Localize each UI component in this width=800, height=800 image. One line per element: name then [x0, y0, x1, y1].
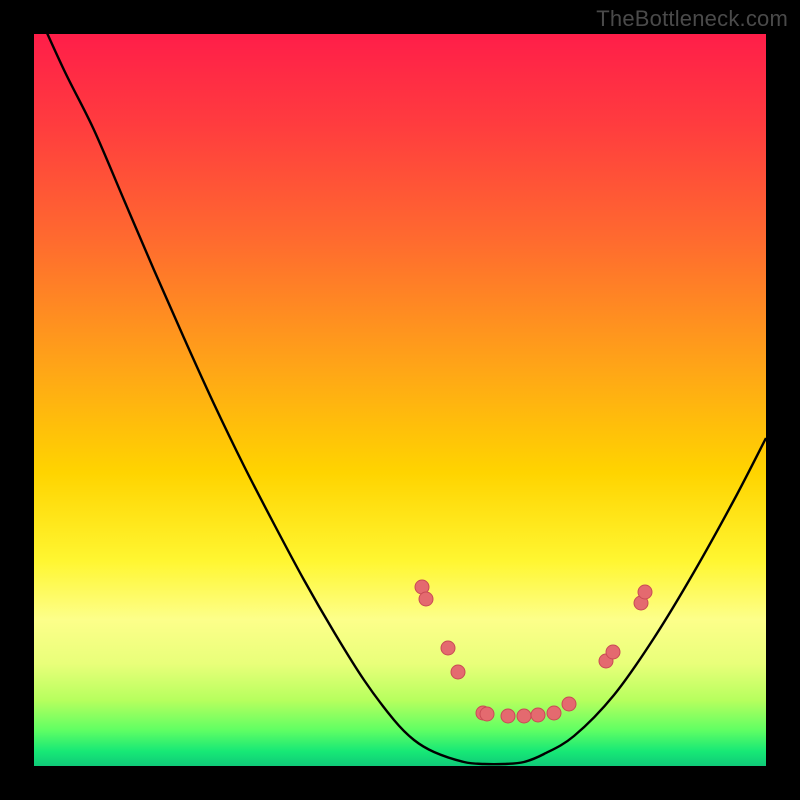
- curve-layer: [34, 34, 766, 766]
- plot-area: [34, 34, 766, 766]
- data-dot: [562, 697, 576, 711]
- data-dot: [441, 641, 455, 655]
- chart-frame: TheBottleneck.com: [0, 0, 800, 800]
- bottleneck-curve: [34, 34, 766, 764]
- data-dot: [606, 645, 620, 659]
- watermark-text: TheBottleneck.com: [596, 6, 788, 32]
- data-dot: [517, 709, 531, 723]
- data-dot: [480, 707, 494, 721]
- data-dot: [531, 708, 545, 722]
- data-dot: [419, 592, 433, 606]
- data-dots: [415, 580, 652, 723]
- data-dot: [547, 706, 561, 720]
- data-dot: [501, 709, 515, 723]
- data-dot: [638, 585, 652, 599]
- data-dot: [451, 665, 465, 679]
